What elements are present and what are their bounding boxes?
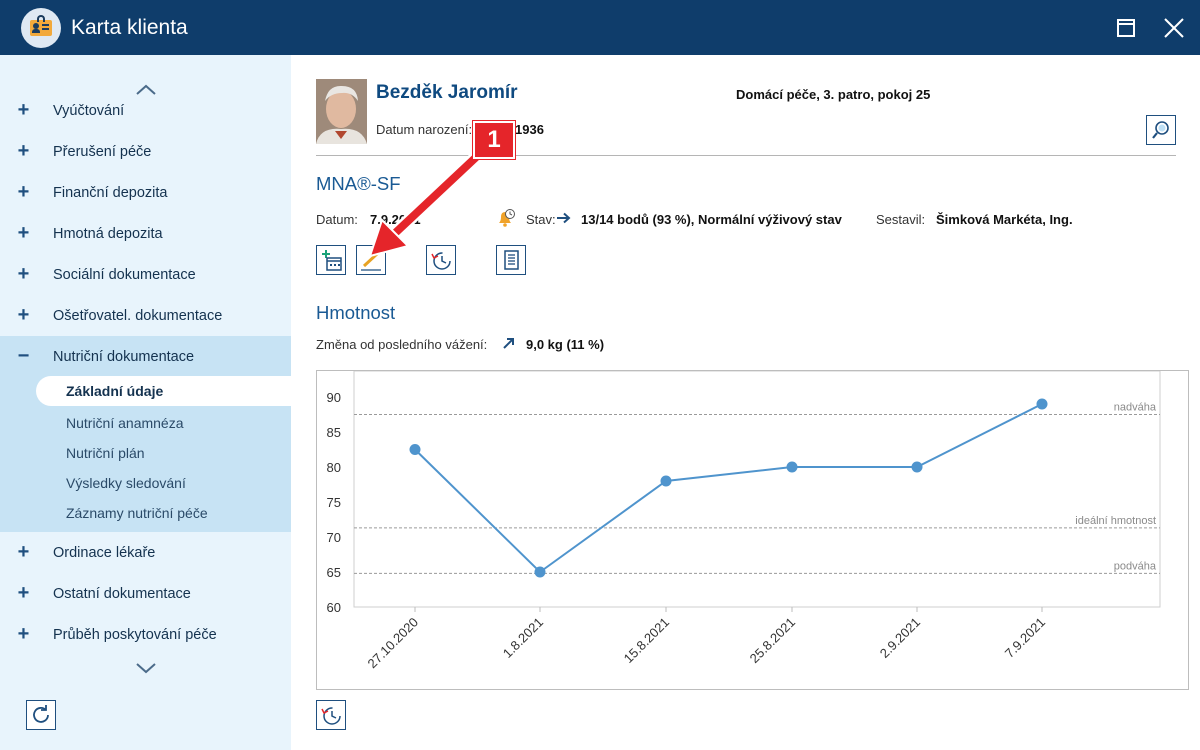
- subitem-basic-data[interactable]: Základní údaje: [36, 376, 291, 406]
- weight-data-point: [534, 566, 546, 578]
- chevron-down-icon[interactable]: [134, 660, 158, 676]
- x-tick-label: 2.9.2021: [877, 615, 923, 661]
- expand-icon: +: [17, 99, 30, 121]
- arrow-right-icon: [557, 212, 571, 224]
- expand-icon: +: [17, 181, 30, 203]
- weight-section-title: Hmotnost: [316, 302, 396, 323]
- y-tick-label: 80: [327, 460, 341, 475]
- y-tick-label: 85: [327, 425, 341, 440]
- reference-label: ideální hmotnost: [1075, 515, 1156, 527]
- sidebar-item-nutrition-documentation[interactable]: − Nutriční dokumentace: [0, 336, 291, 377]
- add-record-button[interactable]: [316, 245, 346, 275]
- birth-date-label: Datum narození:: [376, 122, 473, 137]
- x-tick-label: 15.8.2021: [621, 615, 673, 667]
- close-icon: [1164, 18, 1184, 38]
- client-photo: [316, 79, 367, 144]
- search-icon: [1152, 121, 1169, 139]
- x-tick-label: 25.8.2021: [747, 615, 799, 667]
- weight-history-button[interactable]: [316, 700, 346, 730]
- sidebar-item-label: Nutriční dokumentace: [53, 348, 195, 365]
- sidebar-item-label: Přerušení péče: [53, 143, 152, 160]
- sidebar-item-label: Průběh poskytování péče: [53, 626, 217, 643]
- annotation-arrow: [368, 141, 493, 258]
- maximize-icon: [1117, 19, 1135, 37]
- sidebar: + Vyúčtování + Přerušení péče + Finanční de…: [0, 55, 291, 750]
- sidebar-item-label: Ošetřovatel. dokumentace: [53, 307, 223, 324]
- subitem-nutrition-care-records[interactable]: Záznamy nutriční péče: [66, 505, 208, 521]
- y-tick-label: 90: [327, 390, 341, 405]
- x-tick-label: 27.10.2020: [364, 615, 421, 672]
- annotation-badge: 1: [473, 121, 515, 159]
- mna-status-label: Stav:: [526, 212, 556, 227]
- sidebar-item-doctor-office[interactable]: + Ordinace lékaře: [0, 532, 291, 573]
- expand-icon: +: [17, 541, 30, 563]
- sidebar-item-social-documentation[interactable]: + Sociální dokumentace: [0, 254, 291, 295]
- x-tick-label: 7.9.2021: [1002, 615, 1048, 661]
- expand-icon: +: [17, 304, 30, 326]
- refresh-button[interactable]: [26, 700, 56, 730]
- window-title: Karta klienta: [71, 16, 188, 39]
- sidebar-item-label: Hmotná depozita: [53, 225, 163, 242]
- collapse-icon: −: [17, 345, 30, 367]
- subitem-monitoring-results[interactable]: Výsledky sledování: [66, 475, 186, 491]
- sidebar-item-material-deposits[interactable]: + Hmotná depozita: [0, 213, 291, 254]
- title-bar: Karta klienta: [0, 0, 1200, 55]
- y-tick-label: 75: [327, 495, 341, 510]
- sidebar-item-label: Ordinace lékaře: [53, 544, 156, 561]
- maximize-button[interactable]: [1112, 14, 1140, 42]
- reference-label: podváha: [1114, 560, 1157, 572]
- expand-icon: +: [17, 582, 30, 604]
- expand-icon: +: [17, 263, 30, 285]
- client-name: Bezděk Jaromír: [376, 82, 518, 103]
- sidebar-item-other-documentation[interactable]: + Ostatní dokumentace: [0, 573, 291, 614]
- expand-icon: +: [17, 222, 30, 244]
- reference-label: nadváha: [1114, 402, 1157, 414]
- document-icon: [504, 250, 519, 270]
- weight-data-point: [911, 461, 923, 473]
- sidebar-item-label: Sociální dokumentace: [53, 266, 196, 283]
- x-tick-label: 1.8.2021: [500, 615, 546, 661]
- subitem-nutrition-plan[interactable]: Nutriční plán: [66, 445, 145, 461]
- add-calendar-icon: [322, 250, 342, 271]
- search-button[interactable]: [1146, 115, 1176, 145]
- sidebar-item-financial-deposits[interactable]: + Finanční depozita: [0, 172, 291, 213]
- client-location: Domácí péče, 3. patro, pokoj 25: [736, 87, 931, 102]
- subitem-nutrition-anamnesis[interactable]: Nutriční anamnéza: [66, 415, 184, 431]
- trend-up-icon: [503, 338, 514, 349]
- sidebar-item-label: Finanční depozita: [53, 184, 168, 201]
- weight-change-value: 9,0 kg (11 %): [526, 337, 605, 352]
- weight-chart-svg: 60 65 70 75 80 85 90 nadváha ideální hmotnost pod…: [327, 371, 1161, 672]
- document-button[interactable]: [496, 245, 526, 275]
- client-card-icon: [21, 8, 61, 48]
- close-button[interactable]: [1160, 14, 1188, 42]
- sidebar-item-care-interruption[interactable]: + Přerušení péče: [0, 131, 291, 172]
- sidebar-item-label: Vyúčtování: [53, 102, 125, 119]
- expand-icon: +: [17, 140, 30, 162]
- mna-author-label: Sestavil:: [876, 212, 926, 227]
- mna-status-value: 13/14 bodů (93 %), Normální výživový sta…: [581, 212, 842, 227]
- weight-data-point: [660, 475, 672, 487]
- weight-chart: 60 65 70 75 80 85 90 nadváha ideální hmotnost pod…: [316, 370, 1189, 690]
- y-tick-label: 70: [327, 530, 341, 545]
- mna-author-value: Šimková Markéta, Ing.: [936, 212, 1073, 227]
- weight-series-line: [414, 403, 1043, 574]
- expand-icon: +: [17, 623, 30, 645]
- weight-data-point: [1036, 398, 1048, 410]
- sidebar-item-care-progress[interactable]: + Průběh poskytování péče: [0, 614, 291, 655]
- subitem-label: Základní údaje: [66, 383, 164, 399]
- sidebar-item-billing[interactable]: + Vyúčtování: [0, 90, 291, 131]
- y-tick-label: 60: [327, 600, 341, 615]
- weight-data-point: [786, 461, 798, 473]
- y-tick-label: 65: [327, 565, 341, 580]
- weight-data-point: [409, 444, 421, 455]
- birth-date-value: 1936: [515, 122, 544, 137]
- sidebar-item-nursing-documentation[interactable]: + Ošetřovatel. dokumentace: [0, 295, 291, 336]
- history-icon: [321, 707, 341, 725]
- sidebar-item-label: Ostatní dokumentace: [53, 585, 191, 602]
- weight-change-label: Změna od posledního vážení:: [316, 337, 488, 352]
- refresh-icon: [33, 705, 49, 723]
- mna-date-label: Datum:: [316, 212, 358, 227]
